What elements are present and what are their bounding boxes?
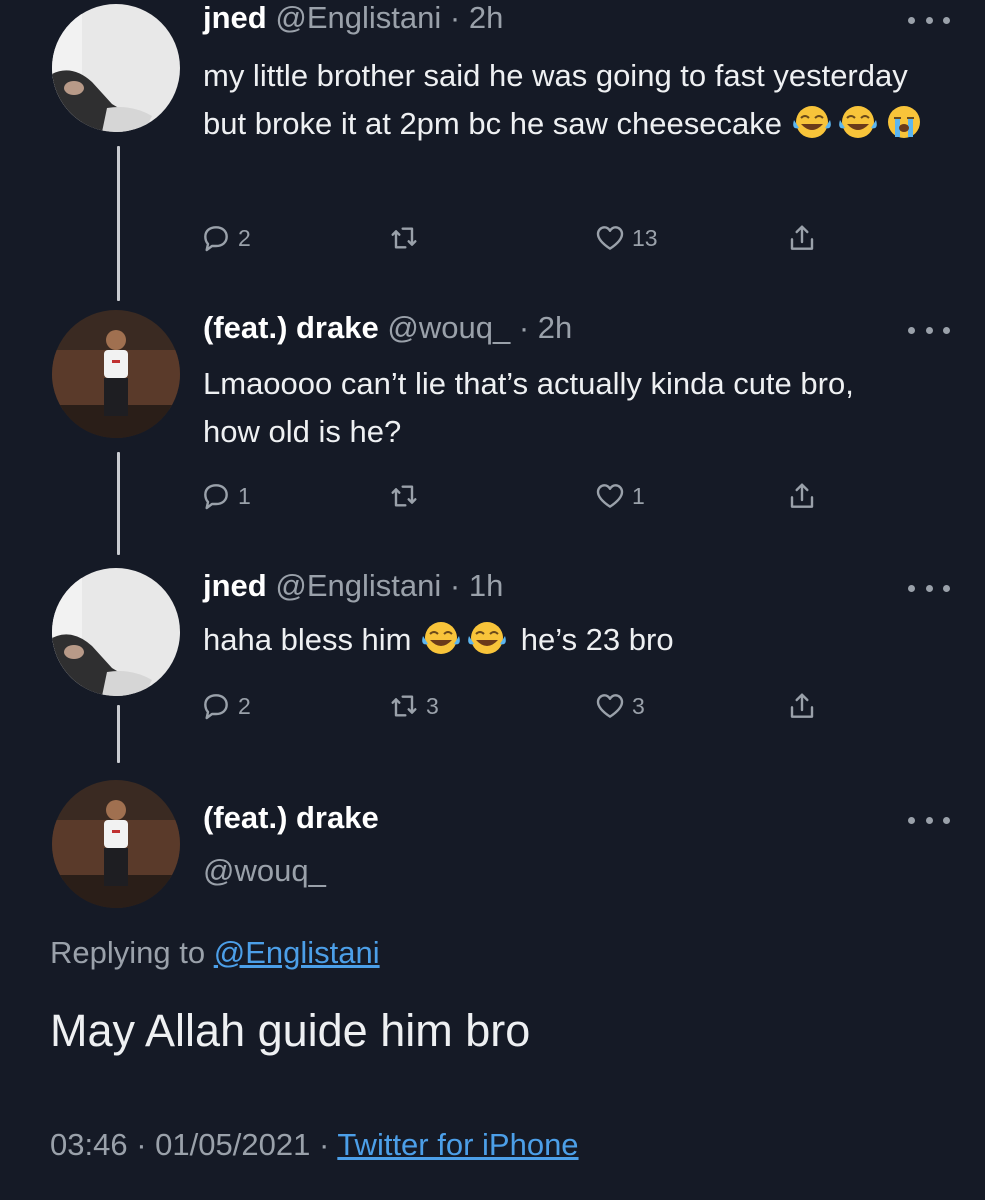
like-icon [596, 694, 624, 718]
retweet-icon [391, 227, 417, 249]
share-button[interactable] [786, 686, 818, 726]
reply-icon [204, 226, 228, 252]
more-icon[interactable] [908, 320, 950, 340]
reply-button[interactable]: 2 [200, 218, 251, 258]
tweet-time: 03:46 [50, 1127, 128, 1162]
separator: · [449, 0, 461, 35]
separator: · [318, 1127, 330, 1162]
timestamp[interactable]: 2h [538, 310, 572, 345]
reply-count: 1 [238, 482, 251, 509]
share-icon [790, 483, 814, 508]
retweet-icon [391, 485, 417, 507]
tweet-date: 01/05/2021 [155, 1127, 311, 1162]
tweet-text: haha bless him he’s 23 bro [203, 616, 943, 664]
separator: · [449, 568, 461, 603]
retweet-icon [391, 695, 417, 717]
reply-button[interactable]: 1 [200, 476, 251, 516]
like-button[interactable]: 13 [594, 218, 658, 258]
tweet-actions: 2 13 [200, 218, 840, 258]
tweet-text-before: haha bless him [203, 622, 412, 657]
tweet-text: May Allah guide him bro [50, 1005, 531, 1056]
user-handle[interactable]: @wouq_ [203, 853, 326, 889]
tweet-header: jned @Englistani · 2h [203, 0, 503, 36]
user-handle[interactable]: @Englistani [275, 568, 441, 603]
display-name[interactable]: jned [203, 0, 267, 35]
more-icon[interactable] [908, 578, 950, 598]
replying-prefix: Replying to [50, 935, 206, 970]
avatar[interactable] [52, 310, 180, 438]
like-icon [596, 484, 624, 508]
thread-line [117, 705, 120, 763]
reply-icon [204, 694, 228, 720]
reply-count: 2 [238, 692, 251, 719]
tweet-header: jned @Englistani · 1h [203, 568, 503, 604]
loudly-crying-emoji [887, 106, 920, 138]
retweet-count: 3 [426, 692, 439, 719]
tears-of-joy-emoji [468, 622, 506, 654]
more-icon[interactable] [908, 10, 950, 30]
tweet-meta: 03:46 · 01/05/2021 · Twitter for iPhone [50, 1127, 579, 1163]
tweet-text-content: Lmaoooo can’t lie that’s actually kinda … [203, 366, 854, 449]
separator: · [136, 1127, 147, 1162]
share-button[interactable] [786, 476, 818, 516]
avatar[interactable] [52, 780, 180, 908]
tweet-header: (feat.) drake @wouq_ · 2h [203, 310, 572, 346]
display-name[interactable]: (feat.) drake [203, 800, 379, 836]
like-count: 13 [632, 224, 658, 251]
display-name[interactable]: (feat.) drake [203, 310, 379, 345]
like-button[interactable]: 3 [594, 686, 645, 726]
tears-of-joy-emoji [422, 622, 460, 654]
tweet-text-after: he’s 23 bro [520, 622, 674, 657]
like-count: 1 [632, 482, 645, 509]
tweet-actions: 1 1 [200, 476, 840, 516]
tweet-actions: 2 3 3 [200, 686, 840, 726]
share-icon [790, 693, 814, 718]
retweet-button[interactable]: 3 [388, 686, 439, 726]
share-icon [790, 225, 814, 250]
reply-button[interactable]: 2 [200, 686, 251, 726]
retweet-button[interactable] [388, 476, 426, 516]
like-icon [596, 226, 624, 250]
display-name[interactable]: jned [203, 568, 267, 603]
reply-icon [204, 484, 228, 510]
replying-to: Replying to @Englistani [50, 935, 380, 971]
thread-line [117, 146, 120, 301]
separator: · [518, 310, 530, 345]
timestamp[interactable]: 1h [469, 568, 503, 603]
tweet-text: Lmaoooo can’t lie that’s actually kinda … [203, 360, 903, 456]
user-handle[interactable]: @wouq_ [387, 310, 510, 345]
timestamp[interactable]: 2h [469, 0, 503, 35]
avatar[interactable] [52, 568, 180, 696]
tears-of-joy-emoji [792, 106, 831, 138]
like-count: 3 [632, 692, 645, 719]
client-link[interactable]: Twitter for iPhone [337, 1127, 578, 1162]
retweet-button[interactable] [388, 218, 426, 258]
tweet-text: my little brother said he was going to f… [203, 52, 943, 148]
thread-line [117, 452, 120, 555]
like-button[interactable]: 1 [594, 476, 645, 516]
more-icon[interactable] [908, 810, 950, 830]
avatar[interactable] [52, 4, 180, 132]
tears-of-joy-emoji [838, 106, 877, 138]
share-button[interactable] [786, 218, 818, 258]
user-handle[interactable]: @Englistani [275, 0, 441, 35]
replying-to-link[interactable]: @Englistani [214, 935, 380, 970]
reply-count: 2 [238, 224, 251, 251]
